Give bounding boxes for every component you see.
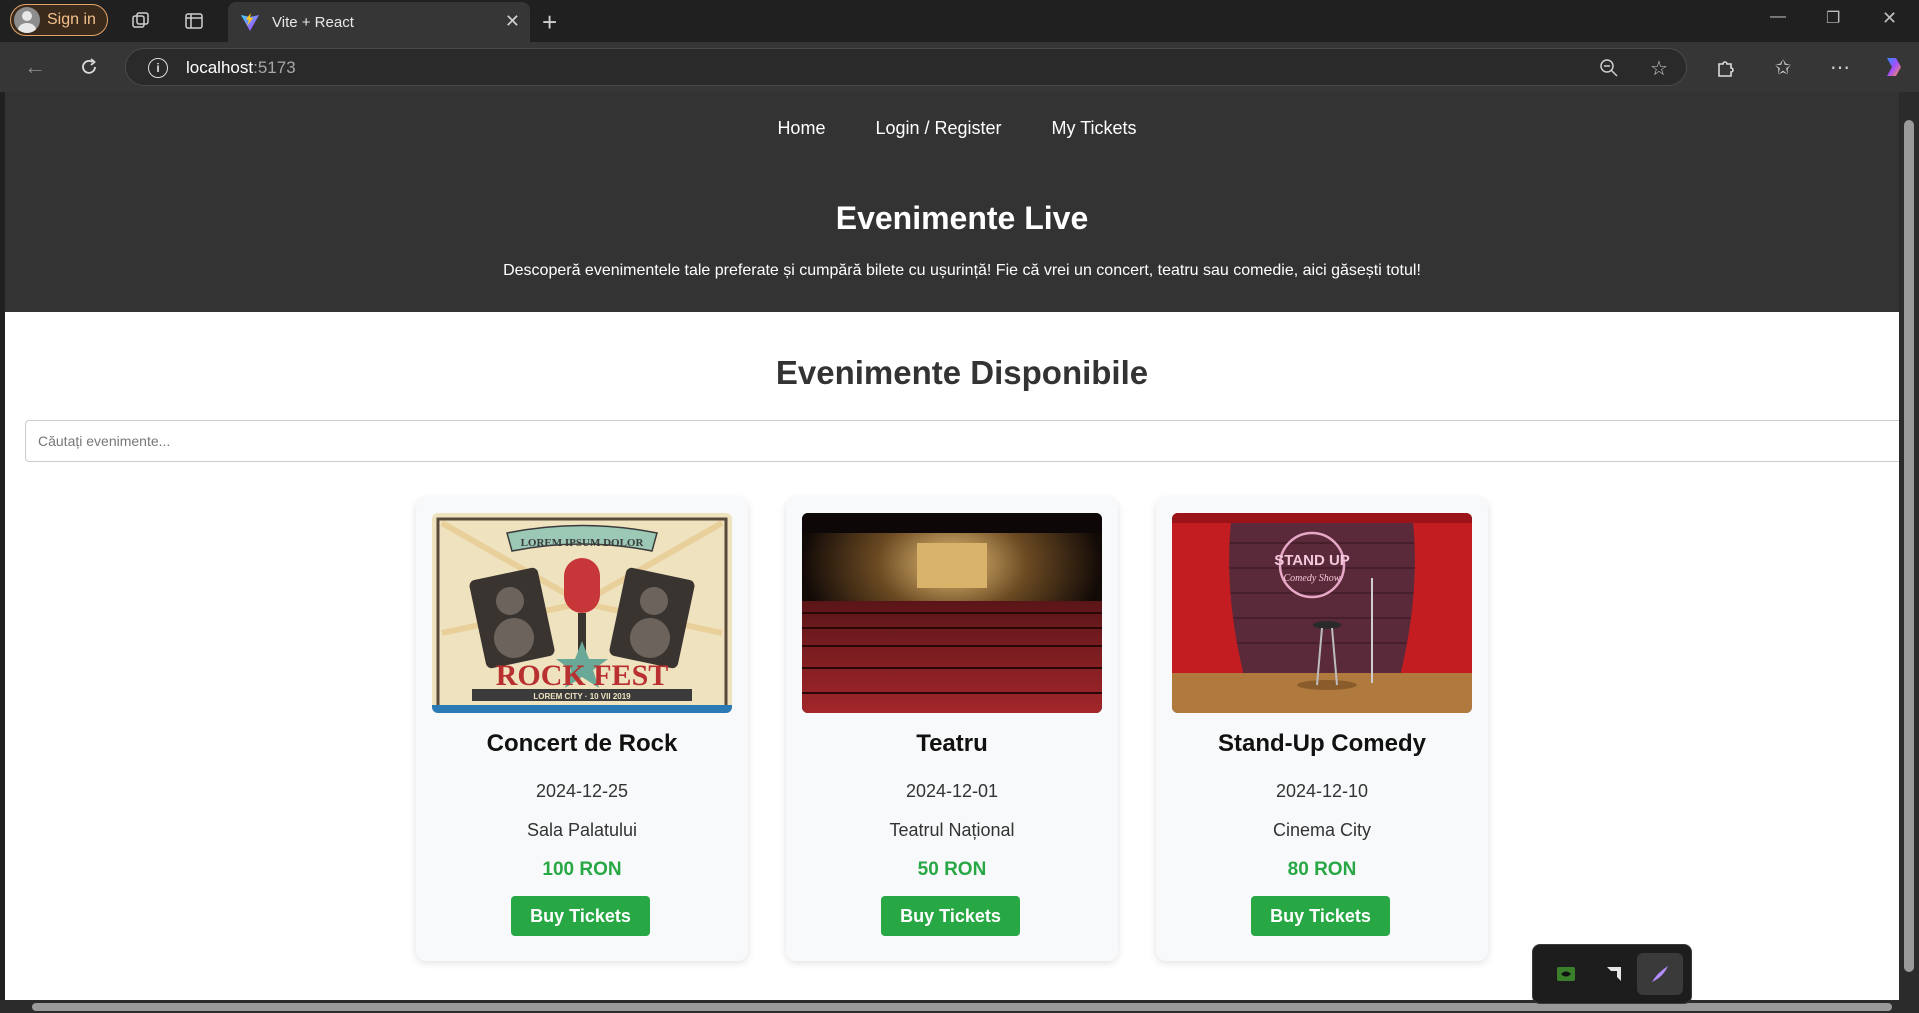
buy-tickets-button[interactable]: Buy Tickets — [511, 896, 650, 936]
stand-up-comedy-image: STAND UP Comedy Show — [1172, 513, 1472, 713]
event-card: LOREM IPSUM DOLOR ROCK FEST LOREM CITY ·… — [416, 498, 748, 961]
horizontal-scroll-thumb[interactable] — [32, 1003, 1892, 1011]
buy-tickets-button[interactable]: Buy Tickets — [881, 896, 1020, 936]
close-window-icon[interactable]: ✕ — [1882, 8, 1897, 29]
event-card: Teatru 2024-12-01 Teatrul Național 50 RO… — [786, 498, 1118, 961]
floating-overlay-toolbar — [1532, 944, 1692, 1004]
minimize-icon[interactable]: — — [1770, 8, 1786, 26]
event-title: Concert de Rock — [486, 730, 678, 757]
browser-tab-bar: Sign in Vite + React ✕ + — ❐ ✕ — [0, 0, 1919, 42]
refresh-icon[interactable] — [76, 54, 102, 80]
close-tab-icon[interactable]: ✕ — [505, 11, 520, 32]
vertical-scrollbar[interactable] — [1899, 92, 1919, 1000]
svg-text:STAND UP: STAND UP — [1274, 552, 1350, 569]
hero-header: Home Login / Register My Tickets Evenime… — [5, 92, 1899, 312]
workspaces-icon[interactable] — [130, 10, 152, 32]
event-card: STAND UP Comedy Show Stand-Up Comedy 202… — [1156, 498, 1488, 961]
event-date: 2024-12-10 — [1275, 781, 1369, 801]
sign-in-label: Sign in — [47, 11, 96, 28]
vertical-scroll-thumb[interactable] — [1904, 120, 1914, 972]
main-nav: Home Login / Register My Tickets — [5, 118, 1899, 139]
address-bar-row: ← i localhost:5173 ☆ ✩ ⋯ — [0, 42, 1919, 92]
site-info-icon[interactable]: i — [148, 58, 168, 78]
favorite-star-icon[interactable]: ☆ — [1648, 57, 1670, 80]
tab-title: Vite + React — [272, 13, 354, 31]
event-date: 2024-12-25 — [535, 781, 629, 801]
svg-text:LOREM IPSUM DOLOR: LOREM IPSUM DOLOR — [521, 537, 645, 549]
avatar-icon — [14, 7, 40, 33]
vite-logo-icon — [241, 13, 259, 31]
hero-title: Evenimente Live — [835, 200, 1089, 236]
event-date: 2024-12-01 — [905, 781, 999, 801]
url-text: localhost:5173 — [186, 58, 296, 77]
event-title: Teatru — [916, 730, 988, 757]
zoom-icon[interactable] — [1598, 57, 1620, 79]
page-viewport: Home Login / Register My Tickets Evenime… — [5, 92, 1899, 1000]
gpu-overlay-icon[interactable] — [1555, 963, 1577, 985]
extensions-icon[interactable] — [1713, 54, 1739, 80]
new-tab-icon[interactable]: + — [542, 7, 557, 38]
event-price: 50 RON — [917, 859, 987, 880]
more-menu-icon[interactable]: ⋯ — [1827, 54, 1853, 80]
copilot-icon[interactable] — [1880, 53, 1908, 81]
favorites-icon[interactable]: ✩ — [1770, 54, 1796, 80]
nav-login-link[interactable]: Login / Register — [875, 118, 1001, 139]
svg-text:ROCK FEST: ROCK FEST — [496, 659, 669, 692]
event-price: 100 RON — [542, 859, 622, 880]
back-icon[interactable]: ← — [22, 54, 48, 80]
event-title: Stand-Up Comedy — [1217, 730, 1426, 757]
address-bar[interactable]: i localhost:5173 ☆ — [125, 48, 1687, 86]
pen-overlay-icon[interactable] — [1637, 953, 1683, 995]
nav-my-tickets-link[interactable]: My Tickets — [1052, 118, 1137, 139]
theatre-image — [802, 513, 1102, 713]
event-venue: Cinema City — [1272, 820, 1372, 840]
rock-fest-poster-image: LOREM IPSUM DOLOR ROCK FEST LOREM CITY ·… — [432, 513, 732, 713]
restore-icon[interactable]: ❐ — [1826, 8, 1840, 28]
nav-home-link[interactable]: Home — [777, 118, 825, 139]
event-price: 80 RON — [1287, 859, 1357, 880]
tab-actions-icon[interactable] — [183, 10, 205, 32]
buy-tickets-button[interactable]: Buy Tickets — [1251, 896, 1390, 936]
search-input[interactable] — [25, 420, 1899, 462]
tab-vite-react[interactable]: Vite + React ✕ — [228, 2, 530, 42]
svg-text:LOREM CITY · 10 VII 2019: LOREM CITY · 10 VII 2019 — [533, 692, 631, 701]
event-venue: Sala Palatului — [526, 820, 638, 840]
hero-subtitle: Descoperă evenimentele tale preferate și… — [503, 262, 1421, 279]
amd-overlay-icon[interactable] — [1603, 963, 1625, 985]
sign-in-button[interactable]: Sign in — [10, 4, 108, 36]
event-venue: Teatrul Național — [889, 820, 1015, 840]
events-section-title: Evenimente Disponibile — [775, 354, 1149, 391]
svg-text:Comedy Show: Comedy Show — [1284, 573, 1341, 584]
